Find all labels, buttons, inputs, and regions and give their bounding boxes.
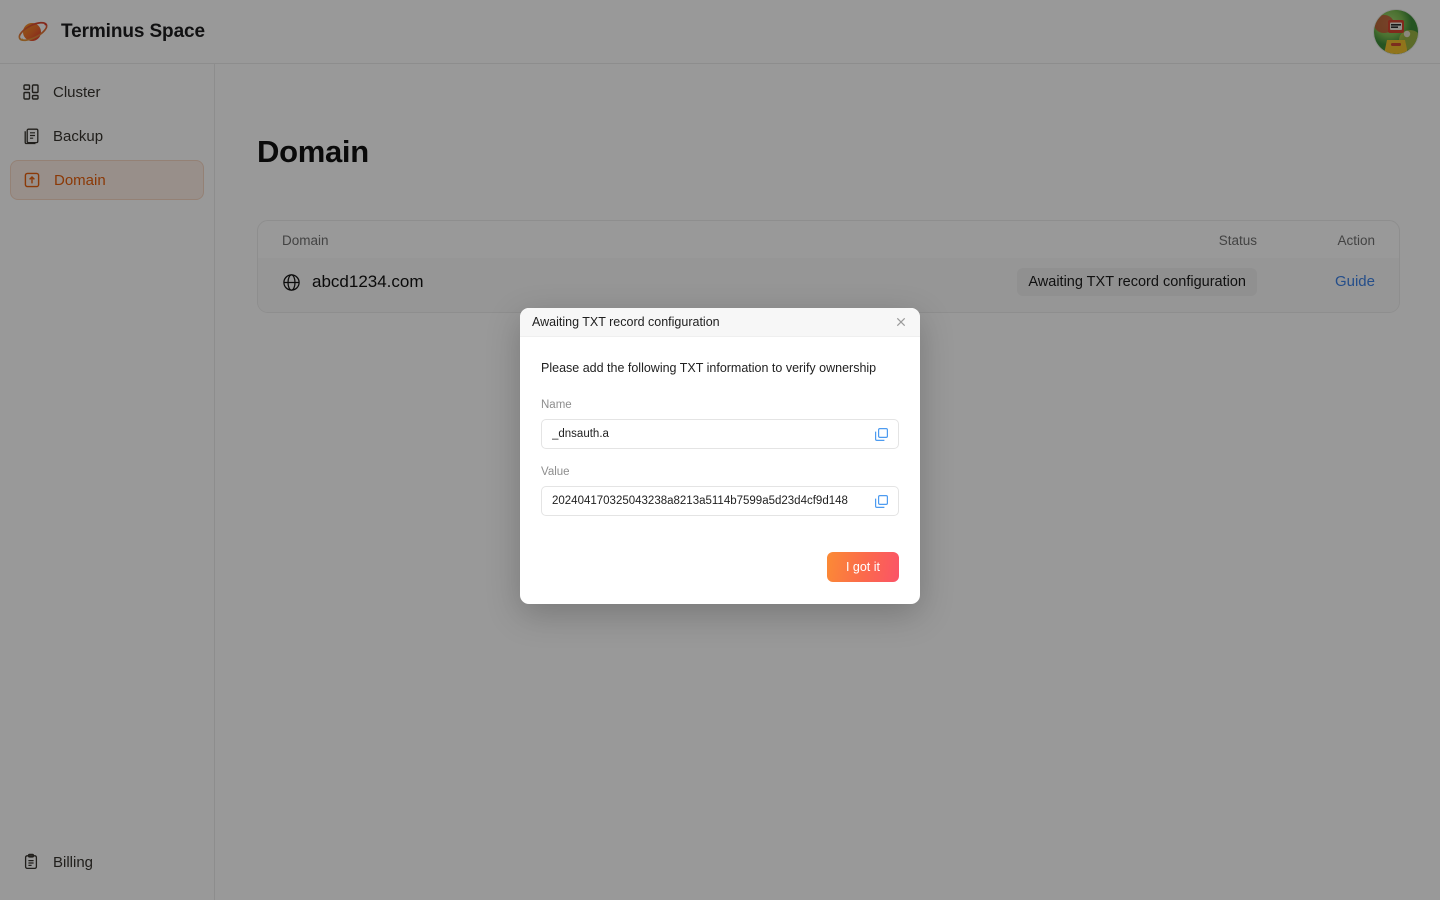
dialog-body: Please add the following TXT information… — [520, 337, 920, 516]
dialog-title: Awaiting TXT record configuration — [532, 315, 720, 329]
confirm-button[interactable]: I got it — [826, 552, 899, 582]
dialog-footer: I got it — [520, 533, 920, 604]
value-input[interactable]: 202404170325043238a8213a5114b7599a5d23d4… — [541, 486, 899, 516]
name-input-value: _dnsauth.a — [552, 428, 609, 440]
dialog-header: Awaiting TXT record configuration — [520, 308, 920, 337]
txt-record-dialog: Awaiting TXT record configuration Please… — [520, 308, 920, 604]
field-name: Name _dnsauth.a — [541, 399, 899, 449]
value-input-value: 202404170325043238a8213a5114b7599a5d23d4… — [552, 495, 848, 507]
copy-icon[interactable] — [874, 494, 889, 509]
dialog-description: Please add the following TXT information… — [541, 361, 877, 375]
field-value: Value 202404170325043238a8213a5114b7599a… — [541, 466, 899, 516]
field-label-value: Value — [541, 466, 570, 478]
name-input[interactable]: _dnsauth.a — [541, 419, 899, 449]
field-label-name: Name — [541, 399, 572, 411]
copy-icon[interactable] — [874, 427, 889, 442]
close-icon[interactable] — [893, 314, 909, 330]
